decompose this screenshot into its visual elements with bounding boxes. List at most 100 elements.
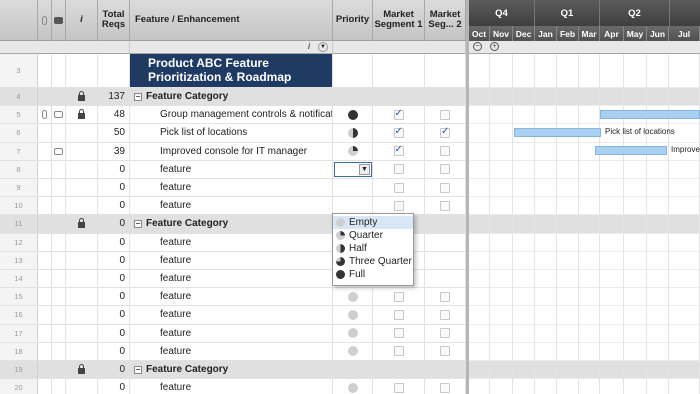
attachment-cell[interactable] <box>38 124 52 142</box>
ms1-cell[interactable] <box>373 361 425 379</box>
info-cell[interactable] <box>66 324 98 342</box>
info-cell[interactable] <box>66 342 98 360</box>
zoom-out-icon[interactable]: − <box>473 42 482 51</box>
ms2-cell[interactable] <box>425 197 466 215</box>
feature-cell[interactable]: feature <box>130 160 333 178</box>
ms2-checkbox[interactable] <box>440 346 450 357</box>
priority-select-active[interactable]: ▼ <box>334 161 372 177</box>
feature-cell[interactable]: Improved console for IT manager <box>130 142 333 160</box>
ms1-checkbox[interactable] <box>393 346 404 357</box>
info-cell[interactable] <box>66 233 98 251</box>
comment-cell[interactable] <box>52 361 66 379</box>
info-cell[interactable] <box>66 361 98 379</box>
priority-cell[interactable] <box>333 179 373 197</box>
total-reqs-cell[interactable]: 50 <box>98 124 130 142</box>
comment-cell[interactable] <box>52 124 66 142</box>
ms1-cell[interactable] <box>373 288 425 306</box>
feature-header[interactable]: Feature / Enhancement <box>130 0 333 41</box>
ms1-checkbox[interactable] <box>393 126 404 138</box>
table-row[interactable]: 16 0 feature <box>0 306 466 325</box>
ms2-checkbox[interactable] <box>440 109 450 120</box>
feature-cell[interactable]: feature <box>130 179 333 197</box>
gantt-row[interactable] <box>469 215 700 234</box>
comment-cell[interactable] <box>52 160 66 178</box>
attachment-cell[interactable] <box>38 379 52 394</box>
priority-cell[interactable] <box>333 88 373 106</box>
gantt-bar-group-management[interactable] <box>600 110 700 119</box>
ms1-cell[interactable] <box>373 142 425 160</box>
gantt-bar-improved-console[interactable] <box>595 146 667 155</box>
collapse-icon[interactable]: − <box>134 92 142 101</box>
ms2-cell[interactable] <box>425 324 466 342</box>
collapse-icon[interactable]: − <box>134 365 142 374</box>
priority-cell[interactable] <box>333 342 373 360</box>
info-cell[interactable] <box>66 124 98 142</box>
dropdown-option[interactable]: Half <box>333 242 413 255</box>
info-cell[interactable] <box>66 142 98 160</box>
ms1-cell[interactable] <box>373 324 425 342</box>
ms1-cell[interactable] <box>373 379 425 394</box>
ms1-checkbox[interactable] <box>393 164 404 175</box>
ms1-cell[interactable] <box>373 197 425 215</box>
comments-header[interactable] <box>52 0 66 41</box>
comment-cell[interactable] <box>52 106 66 124</box>
ms2-checkbox[interactable] <box>440 164 450 175</box>
ms2-cell[interactable] <box>425 270 466 288</box>
total-reqs-cell[interactable]: 0 <box>98 342 130 360</box>
priority-cell[interactable] <box>333 106 373 124</box>
comment-cell[interactable] <box>52 288 66 306</box>
dropdown-option[interactable]: Full <box>333 268 413 281</box>
gantt-row[interactable] <box>469 288 700 307</box>
feature-cell[interactable]: feature <box>130 197 333 215</box>
comment-cell[interactable] <box>52 197 66 215</box>
total-reqs-cell[interactable]: 137 <box>98 88 130 106</box>
priority-cell[interactable] <box>333 361 373 379</box>
ms2-cell[interactable] <box>425 88 466 106</box>
ms2-checkbox[interactable] <box>440 146 450 157</box>
priority-dropdown[interactable]: Empty Quarter Half Three Quarter Full <box>332 213 414 286</box>
comment-cell[interactable] <box>52 179 66 197</box>
feature-cell[interactable]: feature <box>130 379 333 394</box>
attachment-cell[interactable] <box>38 215 52 233</box>
total-reqs-cell[interactable]: 0 <box>98 251 130 269</box>
table-row[interactable]: 8 0 feature ▼ <box>0 160 466 179</box>
zoom-in-icon[interactable]: + <box>490 42 499 51</box>
ms1-cell[interactable] <box>373 179 425 197</box>
table-row[interactable]: 17 0 feature <box>0 324 466 343</box>
info-cell[interactable] <box>66 160 98 178</box>
ms2-checkbox[interactable] <box>440 309 450 320</box>
feature-cell[interactable]: feature <box>130 288 333 306</box>
attachment-cell[interactable] <box>38 88 52 106</box>
ms2-checkbox[interactable] <box>440 291 450 302</box>
gantt-row[interactable] <box>469 379 700 394</box>
gantt-row[interactable] <box>469 252 700 270</box>
gantt-row[interactable] <box>469 306 700 325</box>
chevron-down-icon[interactable]: ▼ <box>359 163 370 175</box>
table-row[interactable]: 18 0 feature <box>0 342 466 361</box>
total-reqs-cell[interactable]: 0 <box>98 324 130 342</box>
gantt-row[interactable] <box>469 270 700 289</box>
table-row[interactable]: 15 0 feature <box>0 288 466 307</box>
info-cell[interactable] <box>66 251 98 269</box>
ms1-cell[interactable] <box>373 88 425 106</box>
total-reqs-cell[interactable]: 0 <box>98 361 130 379</box>
priority-cell[interactable] <box>333 124 373 142</box>
feature-cell[interactable]: feature <box>130 324 333 342</box>
feature-cell[interactable]: feature <box>130 251 333 269</box>
total-reqs-cell[interactable]: 0 <box>98 379 130 394</box>
ms1-cell[interactable] <box>373 306 425 324</box>
gantt-row[interactable] <box>469 325 700 343</box>
attachment-cell[interactable] <box>38 142 52 160</box>
comment-cell[interactable] <box>52 270 66 288</box>
info-cell[interactable] <box>66 379 98 394</box>
gantt-row[interactable] <box>469 234 700 252</box>
ms1-cell[interactable] <box>373 160 425 178</box>
total-reqs-cell[interactable]: 0 <box>98 288 130 306</box>
attachment-cell[interactable] <box>38 288 52 306</box>
priority-cell[interactable] <box>333 142 373 160</box>
table-row[interactable]: 5 48 Group management controls & notificat <box>0 106 466 125</box>
info-header[interactable]: i <box>66 0 98 41</box>
total-reqs-cell[interactable]: 0 <box>98 270 130 288</box>
feature-cell[interactable]: feature <box>130 233 333 251</box>
ms2-cell[interactable] <box>425 361 466 379</box>
